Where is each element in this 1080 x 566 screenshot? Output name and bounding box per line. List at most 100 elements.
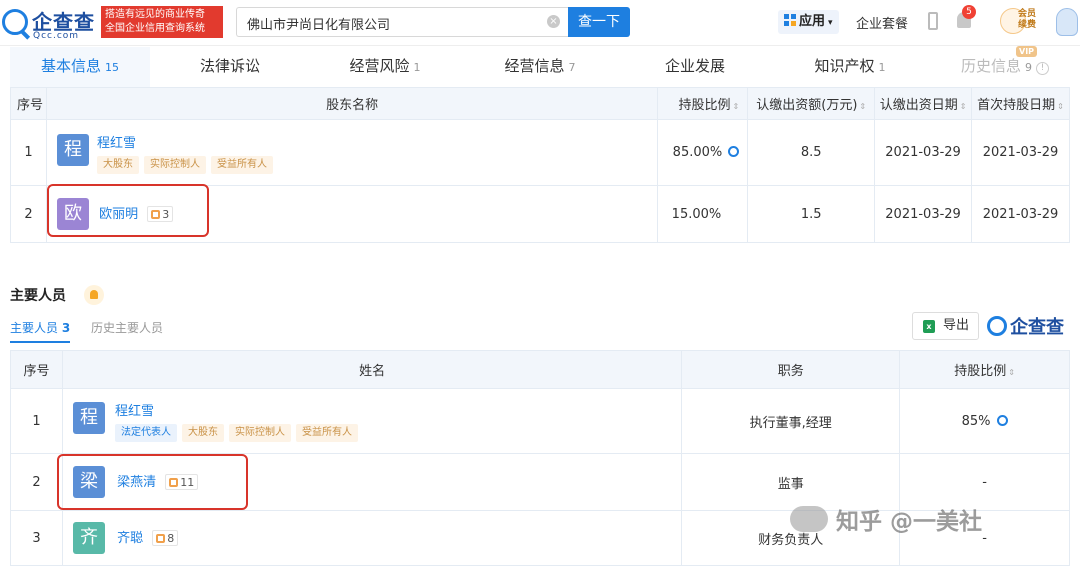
ratio-cell: 85% <box>899 388 1070 454</box>
slogan-banner: 搭造有远见的商业传奇 全国企业信用查询系统 <box>101 6 223 38</box>
col-amount-label: 认缴出资额(万元) <box>756 98 858 113</box>
member-label-line-2: 续费 <box>1018 20 1037 30</box>
row-no: 2 <box>10 453 63 511</box>
col-name: 姓名 <box>61 350 683 389</box>
tag-beneficial-owner: 受益所有人 <box>210 155 273 174</box>
brand-text: 企查查 <box>1010 317 1064 338</box>
amount-cell: 8.5 <box>747 119 876 186</box>
mascot-avatar-icon[interactable] <box>1056 8 1078 36</box>
export-button[interactable]: x 导出 <box>912 312 979 340</box>
tab-label: 经营风险 <box>349 57 410 75</box>
col-amount[interactable]: 认缴出资额(万元) ⇕ <box>747 87 876 120</box>
tab-risk[interactable]: 经营风险 1 <box>315 47 455 87</box>
col-ratio-label: 持股比例 <box>954 364 1007 379</box>
col-ratio-label: 持股比例 <box>678 98 731 113</box>
tag-actual-controller: 实际控制人 <box>228 424 291 442</box>
tab-count: 1 <box>878 61 886 74</box>
tag-major-shareholder: 大股东 <box>96 155 139 174</box>
col-date[interactable]: 认缴出资日期 ⇕ <box>874 87 973 120</box>
tab-history[interactable]: 历史信息 9! <box>935 47 1075 87</box>
equity-chart-icon[interactable] <box>728 146 740 157</box>
highlight-box <box>57 454 248 510</box>
shareholder-cell: 程 程红雪 大股东 实际控制人 受益所有人 <box>45 119 659 186</box>
tab-development[interactable]: 企业发展 <box>625 47 765 87</box>
col-first-date[interactable]: 首次持股日期 ⇕ <box>971 87 1070 120</box>
role-cell: 执行董事,经理 <box>681 388 901 454</box>
person-name-link[interactable]: 程红雪 <box>115 400 681 419</box>
sort-icon[interactable]: ⇕ <box>960 102 967 111</box>
export-label: 导出 <box>943 318 970 333</box>
tab-ip[interactable]: 知识产权 1 <box>780 47 920 87</box>
row-no: 3 <box>10 510 63 566</box>
col-role: 职务 <box>681 350 901 389</box>
search-button[interactable]: 查一下 <box>568 7 630 37</box>
relations-badge[interactable]: 8 <box>152 529 179 546</box>
sort-icon[interactable]: ⇕ <box>859 102 866 111</box>
slogan-line-2: 全国企业信用查询系统 <box>105 23 205 34</box>
first-date-cell: 2021-03-29 <box>971 119 1070 186</box>
search-value: 佛山市尹尚日化有限公司 <box>247 18 391 33</box>
package-link[interactable]: 企业套餐 <box>856 13 908 32</box>
tab-count: 7 <box>568 61 576 74</box>
sort-icon[interactable]: ⇕ <box>733 102 740 111</box>
clear-icon[interactable]: × <box>547 15 560 28</box>
slogan-line-1: 搭造有远见的商业传奇 <box>105 9 205 20</box>
table-row: 1 程 程红雪 大股东 实际控制人 受益所有人 85.00% 8.5 2021-03… <box>10 119 1070 186</box>
chevron-down-icon: ▾ <box>828 18 833 28</box>
person-name-link[interactable]: 齐聪 <box>117 531 143 546</box>
col-no: 序号 <box>10 87 47 120</box>
member-renew-label[interactable]: 会员 续费 <box>1018 9 1036 31</box>
mobile-phone-icon[interactable] <box>928 12 938 30</box>
avatar: 程 <box>56 133 89 166</box>
magnifier-logo-icon <box>987 316 1007 336</box>
tab-label: 历史信息 <box>960 57 1021 75</box>
ratio-cell: 85.00% <box>657 119 749 186</box>
section-title: 主要人员 <box>10 288 66 304</box>
avatar: 齐 <box>72 522 105 554</box>
table-header-row: 序号 股东名称 持股比例 ⇕ 认缴出资额(万元) ⇕ 认缴出资日期 ⇕ 首次持股日期 ⇕ <box>10 87 1070 120</box>
tab-business[interactable]: 经营信息 7 <box>470 47 610 87</box>
row-no: 1 <box>10 119 47 186</box>
col-ratio[interactable]: 持股比例 ⇕ <box>899 350 1070 389</box>
col-ratio[interactable]: 持股比例 ⇕ <box>657 87 749 120</box>
subtab-label: 主要人员 <box>10 321 59 335</box>
subtab-history-personnel[interactable]: 历史主要人员 <box>91 319 163 336</box>
date-cell: 2021-03-29 <box>874 119 973 186</box>
watermark-text: 知乎 @一美社 <box>836 509 983 535</box>
col-date-label: 认缴出资日期 <box>879 98 958 113</box>
col-name: 股东名称 <box>45 87 659 120</box>
tag-beneficial-owner: 受益所有人 <box>295 424 358 442</box>
top-bar: 企查查 Qcc.com 搭造有远见的商业传奇 全国企业信用查询系统 佛山市尹尚日… <box>0 0 1080 46</box>
row-no: 2 <box>10 185 47 243</box>
tab-label: 法律诉讼 <box>199 57 260 75</box>
subtab-key-personnel[interactable]: 主要人员 3 <box>10 319 71 343</box>
person-cell: 程 程红雪 法定代表人 大股东 实际控制人 受益所有人 <box>61 388 683 454</box>
table-row: 1 程 程红雪 法定代表人 大股东 实际控制人 受益所有人 执行董事,经理 85% <box>10 388 1070 454</box>
section-tabs: 基本信息 15 法律诉讼 经营风险 1 经营信息 7 企业发展 知识产权 1 历史信息 9… <box>0 47 1080 87</box>
tab-basic-info[interactable]: 基本信息 15 <box>10 47 150 87</box>
tab-label: 经营信息 <box>504 57 565 75</box>
amount-cell: 1.5 <box>747 185 876 243</box>
apps-grid-icon <box>784 14 796 26</box>
ratio-cell: 15.00% <box>657 185 749 243</box>
logo-subtext: Qcc.com <box>33 31 80 41</box>
sort-icon[interactable]: ⇕ <box>1008 368 1015 377</box>
col-no: 序号 <box>10 350 63 389</box>
equity-chart-icon[interactable] <box>996 414 1008 426</box>
bell-icon[interactable] <box>84 285 104 305</box>
avatar: 程 <box>72 402 105 434</box>
sort-icon[interactable]: ⇕ <box>1057 102 1064 111</box>
info-icon: ! <box>1036 62 1049 75</box>
shareholder-name-link[interactable]: 程红雪 <box>97 132 657 151</box>
tab-legal[interactable]: 法律诉讼 <box>160 47 300 87</box>
person-cell: 齐 齐聪 8 <box>61 510 683 566</box>
search-input[interactable]: 佛山市尹尚日化有限公司 × <box>236 7 568 37</box>
qcc-logo[interactable]: 企查查 Qcc.com <box>0 4 100 41</box>
table-header-row: 序号 姓名 职务 持股比例 ⇕ <box>10 350 1070 389</box>
apps-button[interactable]: 应用 ▾ <box>778 10 839 34</box>
notification-badge: 5 <box>962 5 976 19</box>
highlight-box <box>47 184 209 237</box>
tab-count: 1 <box>413 61 421 74</box>
date-cell: 2021-03-29 <box>874 185 973 243</box>
excel-icon: x <box>923 320 935 333</box>
